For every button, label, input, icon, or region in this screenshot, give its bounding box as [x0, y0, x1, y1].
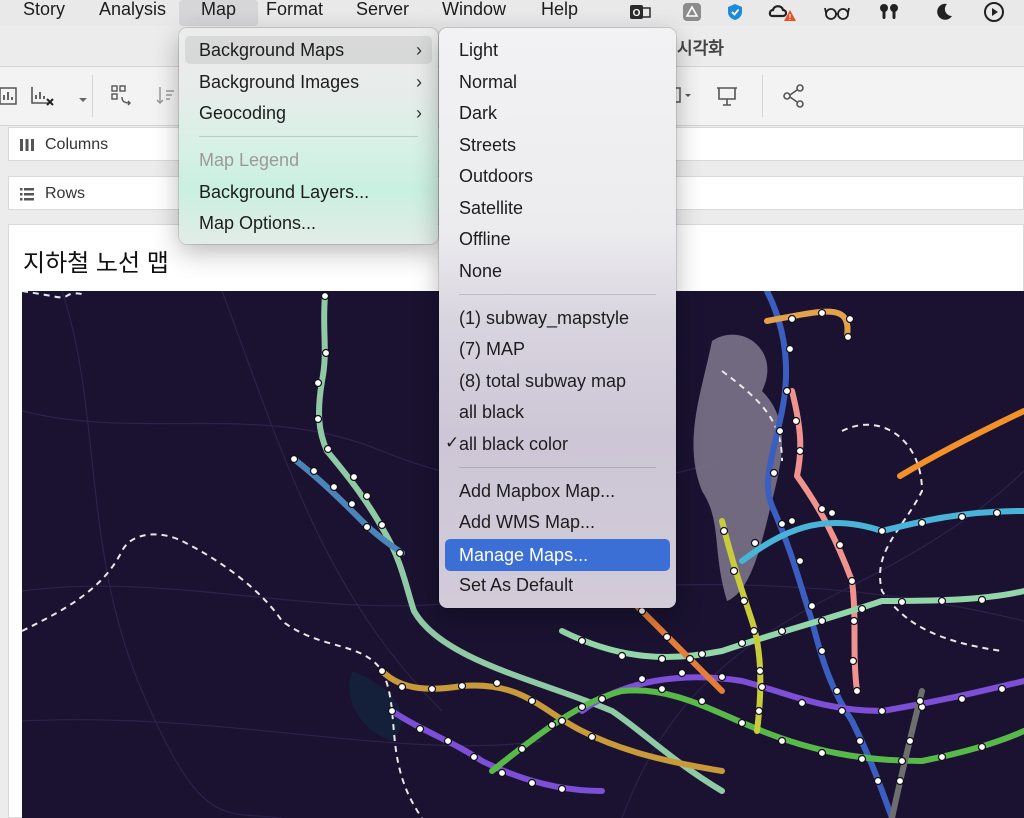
- menu-item-style-outdoors[interactable]: Outdoors: [445, 162, 670, 190]
- moon-icon[interactable]: [933, 2, 955, 22]
- menu-item-label: (8) total subway map: [459, 371, 627, 391]
- menu-story[interactable]: Story: [23, 0, 65, 26]
- menu-item-label: Background Layers...: [199, 182, 370, 202]
- svg-text:!: !: [789, 13, 792, 22]
- svg-text:O: O: [633, 8, 641, 19]
- drive-icon[interactable]: [681, 2, 703, 22]
- menu-format[interactable]: Format: [266, 0, 323, 26]
- menu-item-add-wms-map[interactable]: Add WMS Map...: [445, 508, 670, 536]
- menu-item-label: Map Options...: [199, 213, 317, 233]
- menu-item-style-offline[interactable]: Offline: [445, 225, 670, 253]
- menu-analysis[interactable]: Analysis: [99, 0, 166, 26]
- creative-cloud-alert-icon[interactable]: !: [768, 2, 798, 22]
- dropdown-arrow-icon[interactable]: [68, 85, 98, 115]
- menu-map[interactable]: Map: [179, 0, 258, 26]
- map-menu: Background Maps › Background Images › Ge…: [179, 28, 438, 244]
- menu-item-label: Geocoding: [199, 103, 287, 123]
- airpods-icon[interactable]: [878, 2, 900, 22]
- menu-item-label: Background Maps: [199, 40, 345, 60]
- sheet-title: 지하철 노선 맵: [23, 250, 169, 277]
- menu-item-label: Outdoors: [459, 166, 534, 186]
- menu-item-saved-total-subway-map[interactable]: (8) total subway map: [445, 367, 670, 395]
- window-title: 시각화: [677, 39, 724, 58]
- menu-item-geocoding[interactable]: Geocoding ›: [185, 99, 432, 127]
- menu-item-label: Streets: [459, 135, 517, 155]
- menu-server[interactable]: Server: [356, 0, 409, 26]
- menu-item-label: all black color: [459, 434, 569, 454]
- checkmark-icon: ✓: [445, 433, 460, 452]
- menu-item-saved-all-black-color[interactable]: ✓ all black color: [445, 430, 670, 458]
- play-circle-icon[interactable]: [983, 2, 1005, 22]
- menu-item-style-none[interactable]: None: [445, 257, 670, 285]
- menu-item-map-legend: Map Legend: [185, 146, 432, 174]
- sort-icon[interactable]: [152, 81, 182, 111]
- menu-item-style-streets[interactable]: Streets: [445, 131, 670, 159]
- menu-item-label: all black: [459, 402, 525, 422]
- shield-icon[interactable]: [724, 2, 746, 22]
- menu-item-background-layers[interactable]: Background Layers...: [185, 178, 432, 206]
- columns-label: Columns: [45, 136, 109, 153]
- menu-item-label: Map Legend: [199, 150, 300, 170]
- menu-separator: [199, 136, 418, 137]
- menu-item-label: Background Images: [199, 72, 360, 92]
- menu-item-saved-subway-mapstyle[interactable]: (1) subway_mapstyle: [445, 304, 670, 332]
- menu-item-map-options[interactable]: Map Options...: [185, 209, 432, 237]
- toolbar-separator: [762, 75, 763, 117]
- clear-sheet-icon[interactable]: [28, 81, 58, 111]
- menu-item-manage-maps[interactable]: Manage Maps...: [445, 539, 670, 571]
- menu-item-label: Satellite: [459, 198, 524, 218]
- menu-bar: Story Analysis Map Format Server Window …: [0, 0, 1024, 26]
- menu-item-background-maps[interactable]: Background Maps ›: [185, 36, 432, 64]
- menu-help[interactable]: Help: [541, 0, 578, 26]
- menu-item-style-normal[interactable]: Normal: [445, 68, 670, 96]
- menu-item-label: Offline: [459, 229, 511, 249]
- columns-icon: [19, 137, 35, 153]
- chevron-right-icon: ›: [416, 103, 422, 123]
- menu-item-set-as-default[interactable]: Set As Default: [445, 571, 670, 599]
- menu-item-style-satellite[interactable]: Satellite: [445, 194, 670, 222]
- menu-window[interactable]: Window: [442, 0, 506, 26]
- swap-icon[interactable]: [107, 81, 137, 111]
- menu-item-label: Normal: [459, 72, 518, 92]
- rows-label: Rows: [45, 185, 86, 202]
- menu-item-style-dark[interactable]: Dark: [445, 99, 670, 127]
- chart-icon[interactable]: [0, 81, 24, 111]
- share-icon[interactable]: [779, 81, 809, 111]
- toolbar-separator: [92, 75, 93, 117]
- menu-item-background-images[interactable]: Background Images ›: [185, 68, 432, 96]
- menu-separator: [459, 467, 656, 468]
- glasses-icon[interactable]: [823, 2, 851, 22]
- chevron-right-icon: ›: [416, 40, 422, 60]
- chevron-right-icon: ›: [416, 72, 422, 92]
- menu-item-label: Add Mapbox Map...: [459, 481, 616, 501]
- presentation-icon[interactable]: [712, 81, 742, 111]
- menu-item-label: (1) subway_mapstyle: [459, 308, 630, 328]
- background-maps-submenu: Light Normal Dark Streets Outdoors Satel…: [439, 28, 676, 608]
- rows-icon: [19, 186, 35, 202]
- menu-item-add-mapbox-map[interactable]: Add Mapbox Map...: [445, 477, 670, 505]
- menu-item-label: Light: [459, 40, 499, 60]
- menu-item-label: Add WMS Map...: [459, 512, 596, 532]
- menu-item-saved-map[interactable]: (7) MAP: [445, 335, 670, 363]
- menu-item-label: (7) MAP: [459, 339, 526, 359]
- outlook-icon[interactable]: O: [629, 2, 651, 22]
- menu-separator: [459, 294, 656, 295]
- menu-item-label: Manage Maps...: [459, 545, 589, 565]
- menu-item-style-light[interactable]: Light: [445, 36, 670, 64]
- menu-item-label: Set As Default: [459, 575, 574, 595]
- menu-item-label: None: [459, 261, 503, 281]
- menu-item-saved-all-black[interactable]: all black: [445, 398, 670, 426]
- menu-item-label: Dark: [459, 103, 498, 123]
